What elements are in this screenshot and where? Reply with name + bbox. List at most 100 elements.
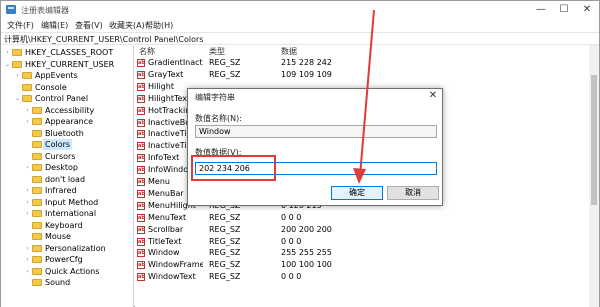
chevron-right-icon[interactable]: › — [24, 185, 31, 196]
folder-icon — [32, 244, 42, 252]
folder-icon — [32, 267, 42, 275]
window-title: 注册表编辑器 — [21, 6, 69, 15]
cancel-button[interactable]: 取消 — [387, 186, 439, 200]
cell-name: TitleText — [148, 236, 182, 246]
tree-item-appevents[interactable]: › AppEvents — [1, 70, 133, 81]
cell-type: REG_SZ — [209, 58, 241, 67]
tree-item-desktop[interactable]: › Desktop — [1, 162, 133, 173]
string-value-icon: ab — [137, 94, 145, 103]
chevron-right-icon[interactable]: › — [4, 47, 11, 58]
cell-data: 255 255 255 — [281, 248, 332, 258]
folder-icon — [32, 256, 42, 263]
table-row[interactable]: ab TitleText REG_SZ 0 0 0 — [135, 236, 599, 248]
key-tree: › HKEY_CLASSES_ROOT ⌄ HKEY_CURRENT_USER › App… — [1, 45, 134, 307]
chevron-right-icon[interactable]: › — [24, 105, 31, 116]
chevron-right-icon[interactable]: › — [24, 254, 31, 265]
tree-item-keyboard[interactable]: Keyboard — [1, 220, 133, 231]
close-button[interactable]: ✕ — [576, 2, 598, 17]
chevron-right-icon[interactable]: › — [24, 162, 31, 173]
ok-button[interactable]: 确定 — [331, 186, 383, 200]
tree-item-label: Control Panel — [35, 94, 89, 103]
menu-favorites[interactable]: 收藏夹(A) — [109, 20, 145, 31]
tree-item-console[interactable]: Console — [1, 82, 133, 93]
tree-item-label: International — [45, 209, 97, 218]
string-value-icon: ab — [137, 249, 145, 258]
menu-edit[interactable]: 编辑(E) — [41, 20, 68, 31]
cell-data: 215 228 242 — [281, 58, 332, 67]
tree-item-sound[interactable]: Sound — [1, 277, 133, 288]
folder-icon — [32, 210, 42, 217]
table-row[interactable]: ab WindowText REG_SZ 0 0 0 — [135, 271, 599, 283]
table-row[interactable]: ab MenuText REG_SZ 0 0 0 — [135, 212, 599, 224]
column-data[interactable]: 数据 — [281, 46, 297, 57]
table-row[interactable]: abGradientInacti... REG_SZ 215 228 242 — [135, 57, 599, 69]
value-name-field[interactable]: Window — [195, 125, 437, 138]
minimize-button[interactable]: — — [530, 2, 552, 17]
chevron-right-icon[interactable]: › — [24, 197, 31, 208]
tree-item-don-t-load[interactable]: don't load — [1, 174, 133, 185]
cell-name: Window — [148, 248, 180, 258]
menu-file[interactable]: 文件(F) — [7, 20, 34, 31]
folder-icon — [32, 129, 42, 137]
chevron-right-icon[interactable]: › — [24, 208, 31, 219]
table-row[interactable]: ab WindowFrame REG_SZ 100 100 100 — [135, 259, 599, 271]
annotation-highlight-box — [191, 155, 276, 181]
tree-item-powercfg[interactable]: › PowerCfg — [1, 254, 133, 265]
folder-icon — [22, 72, 32, 79]
column-type[interactable]: 类型 — [209, 46, 225, 57]
string-value-icon: ab — [137, 154, 145, 163]
tree-item-label: Keyboard — [45, 220, 83, 230]
string-value-icon: ab — [137, 273, 145, 282]
column-name[interactable]: 名称 — [139, 46, 155, 57]
chevron-down-icon[interactable]: ⌄ — [4, 59, 11, 70]
dialog-close-icon[interactable]: ✕ — [426, 90, 440, 102]
cell-type: REG_SZ — [209, 224, 241, 234]
maximize-button[interactable]: ☐ — [553, 2, 575, 17]
address-bar[interactable]: 计算机\HKEY_CURRENT_USER\Control Panel\Colo… — [1, 32, 599, 45]
chevron-right-icon[interactable]: › — [24, 266, 31, 277]
chevron-right-icon[interactable]: › — [24, 116, 31, 127]
tree-item-hkey-classes-root[interactable]: › HKEY_CLASSES_ROOT — [1, 47, 133, 58]
table-row[interactable]: ab Window REG_SZ 255 255 255 — [135, 247, 599, 259]
folder-icon — [12, 60, 22, 68]
tree-item-quick-actions[interactable]: › Quick Actions — [1, 266, 133, 277]
tree-item-label: don't load — [45, 174, 86, 184]
tree-item-bluetooth[interactable]: Bluetooth — [1, 128, 133, 139]
string-value-icon: ab — [137, 237, 145, 246]
chevron-right-icon[interactable]: › — [14, 70, 21, 81]
tree-item-label: AppEvents — [35, 71, 78, 80]
tree-item-cursors[interactable]: Cursors — [1, 151, 133, 162]
menu-bar: 文件(F) 编辑(E) 查看(V) 收藏夹(A) 帮助(H) — [1, 18, 599, 32]
cell-name: MenuText — [148, 212, 187, 222]
tree-item-personalization[interactable]: › Personalization — [1, 243, 133, 254]
table-row[interactable]: ab GrayText REG_SZ 109 109 109 — [135, 69, 599, 81]
cell-name: Scrollbar — [148, 224, 184, 234]
chevron-right-icon[interactable]: › — [24, 243, 31, 254]
scrollbar-thumb[interactable] — [591, 75, 597, 205]
folder-icon — [32, 279, 42, 286]
cell-data: 0 0 0 — [281, 272, 302, 282]
table-row[interactable]: ab Scrollbar REG_SZ 200 200 200 — [135, 224, 599, 236]
tree-item-mouse[interactable]: Mouse — [1, 231, 133, 242]
tree-item-label: Infrared — [45, 186, 77, 195]
tree-item-input-method[interactable]: › Input Method — [1, 197, 133, 208]
menu-help[interactable]: 帮助(H) — [145, 20, 173, 31]
tree-item-control-panel[interactable]: ⌄ Control Panel — [1, 93, 133, 104]
tree-item-accessibility[interactable]: › Accessibility — [1, 105, 133, 116]
tree-item-international[interactable]: › International — [1, 208, 133, 219]
menu-view[interactable]: 查看(V) — [75, 20, 103, 31]
tree-item-hkey-current-user[interactable]: ⌄ HKEY_CURRENT_USER — [1, 59, 133, 70]
vertical-scrollbar[interactable] — [589, 45, 599, 307]
tree-item-label: Appearance — [45, 117, 94, 126]
list-header: 名称 类型 数据 — [135, 45, 599, 56]
string-value-icon: ab — [137, 118, 145, 127]
tree-item-appearance[interactable]: › Appearance — [1, 116, 133, 127]
string-value-icon: ab — [137, 213, 145, 222]
tree-item-infrared[interactable]: › Infrared — [1, 185, 133, 196]
chevron-down-icon[interactable]: ⌄ — [14, 93, 21, 104]
dialog-title: 编辑字符串 — [195, 93, 235, 102]
tree-item-colors[interactable]: Colors — [1, 139, 133, 150]
cell-name: WindowFrame — [148, 260, 203, 270]
folder-icon — [22, 83, 32, 91]
value-name-label: 数值名称(N): — [195, 114, 242, 123]
